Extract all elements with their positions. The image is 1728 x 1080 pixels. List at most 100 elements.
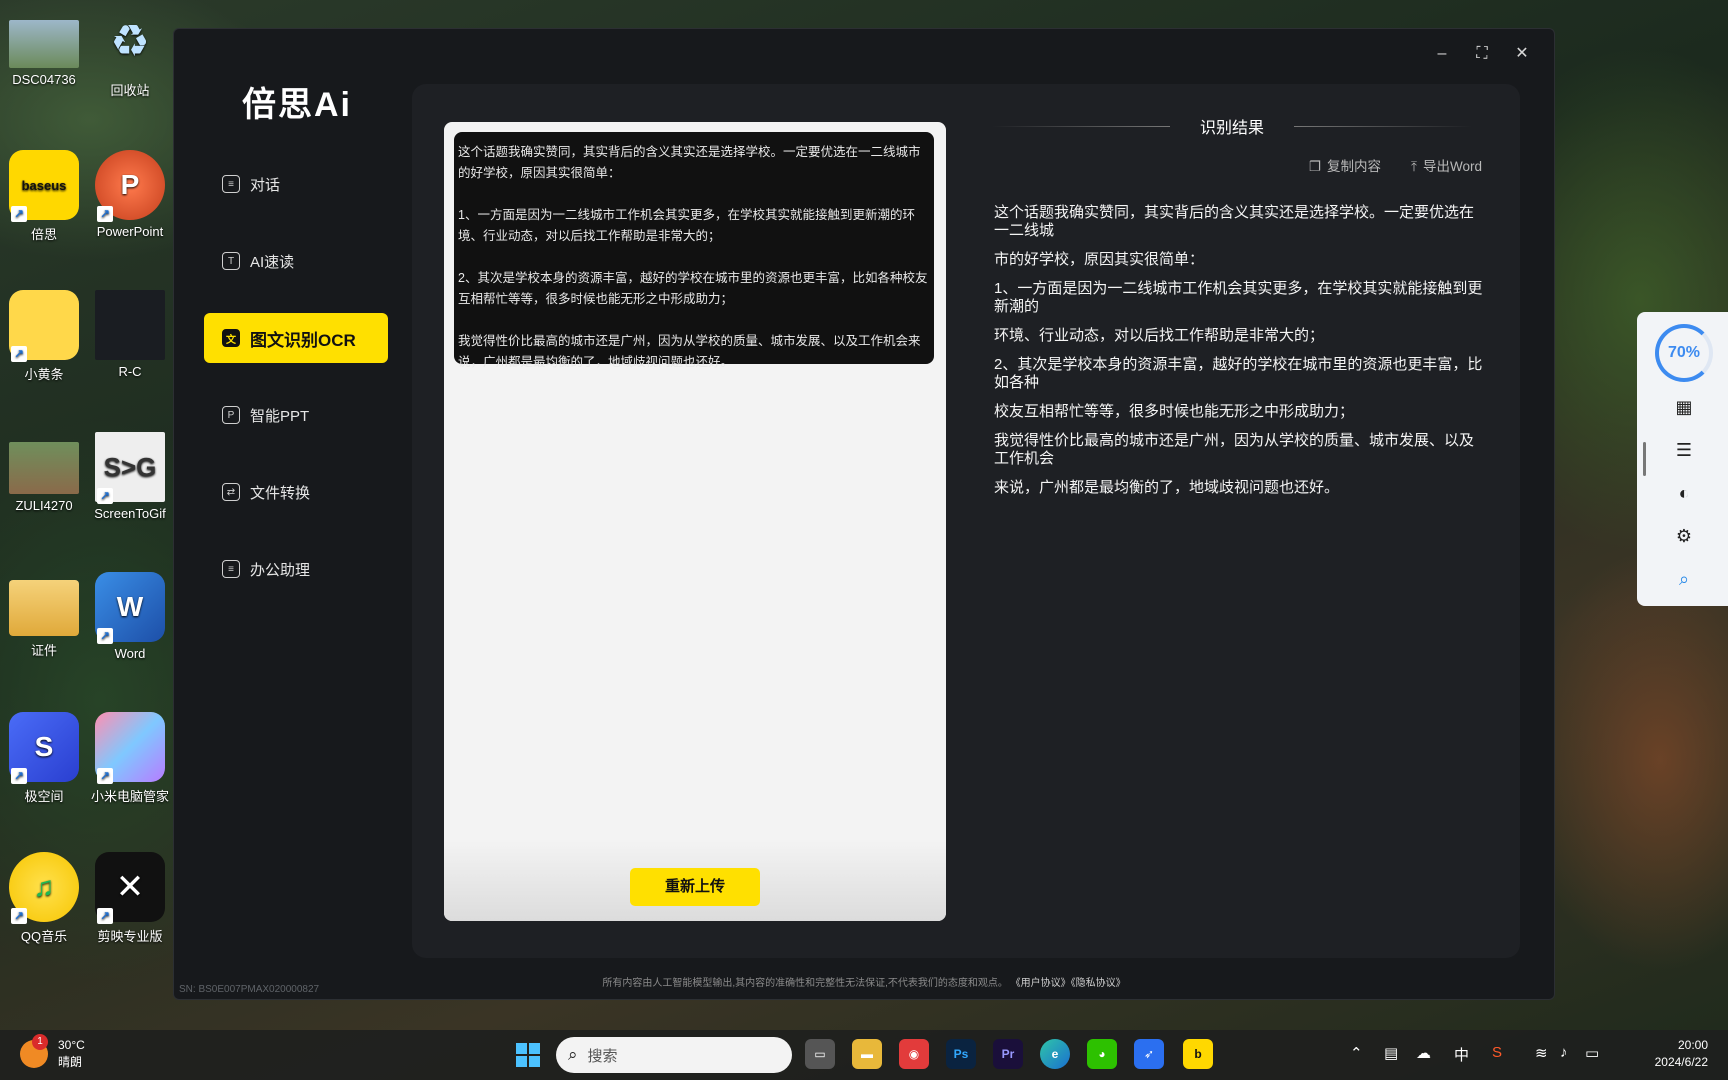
taskbar-clock[interactable]: 20:00 2024/6/22 xyxy=(1630,1037,1708,1071)
wechat-icon[interactable]: ◕ xyxy=(1087,1039,1117,1069)
export-icon: ⤒ xyxy=(1411,159,1417,174)
desktop-icon-xiaohuangtiao[interactable]: ↗ 小黄条 xyxy=(0,290,88,383)
reupload-button[interactable]: 重新上传 xyxy=(630,868,760,906)
desktop-icon-jianying[interactable]: ✕ ↗ 剪映专业版 xyxy=(86,852,174,945)
premiere-icon[interactable]: Pr xyxy=(993,1039,1023,1069)
notes-icon[interactable]: ☰ xyxy=(1673,439,1695,461)
ime-indicator[interactable]: 中 xyxy=(1454,1044,1469,1065)
baseus-ai-taskbar-icon[interactable]: b xyxy=(1183,1039,1213,1069)
nav-item-ocr[interactable]: 文 图文识别OCR xyxy=(204,313,388,363)
desktop-icon-label: ZULI4270 xyxy=(15,498,73,513)
maximize-button[interactable]: ⛶ xyxy=(1467,39,1497,69)
export-label: 导出Word xyxy=(1422,159,1482,174)
photoshop-icon[interactable]: Ps xyxy=(946,1039,976,1069)
desktop-icon-powerpoint[interactable]: P ↗ PowerPoint xyxy=(86,150,174,239)
screentogif-logo-text: S>G xyxy=(103,451,157,482)
powerpoint-app-icon: P ↗ xyxy=(95,150,165,222)
sogou-input-icon[interactable]: S xyxy=(1492,1044,1502,1061)
sidebar-nav: ≡ 对话 T AI速读 文 图文识别OCR P 智能PPT ⇄ 文件转换 ≡ 办… xyxy=(204,159,388,621)
wifi-icon[interactable]: ≋ xyxy=(1535,1044,1548,1062)
search-icon[interactable]: ⌕ xyxy=(1673,568,1695,590)
nav-item-label: 文件转换 xyxy=(250,484,311,502)
ppt-icon: P xyxy=(222,406,240,424)
privacy-link[interactable]: 《隐私协议》 xyxy=(1071,978,1126,989)
desktop-icon-word[interactable]: W ↗ Word xyxy=(86,572,174,661)
performance-gauge[interactable]: 70% xyxy=(1655,324,1713,382)
desktop-icon-screentogif[interactable]: S>G ↗ ScreenToGif xyxy=(86,432,174,521)
sun-icon: 1 xyxy=(20,1034,48,1068)
nav-item-office-assistant[interactable]: ≡ 办公助理 xyxy=(204,544,388,594)
show-hidden-icons-chevron-icon[interactable]: ⌃ xyxy=(1350,1044,1363,1062)
desktop-icon-dsc04736[interactable]: DSC04736 xyxy=(0,6,88,87)
desktop-icon-qqmusic[interactable]: ♫ ↗ QQ音乐 xyxy=(0,852,88,945)
baseus-app-icon: baseus ↗ xyxy=(9,150,79,222)
close-button[interactable]: ✕ xyxy=(1507,39,1537,69)
shortcut-arrow-icon: ↗ xyxy=(97,768,113,784)
ocr-content-area: 这个话题我确实赞同，其实背后的含义其实还是选择学校。一定要优选在一二线城市的好学… xyxy=(412,84,1520,958)
edge-icon[interactable]: ◐ xyxy=(1673,482,1695,504)
recycle-bin-icon: ♻ xyxy=(110,16,150,66)
result-actions: ❐ 复制内容 ⤒ 导出Word xyxy=(1309,155,1482,175)
sticky-note-app-icon: ↗ xyxy=(9,290,79,362)
nav-item-ai-speed-read[interactable]: T AI速读 xyxy=(204,236,388,286)
edge-browser-icon[interactable]: e xyxy=(1040,1039,1070,1069)
task-view-icon[interactable]: ▭ xyxy=(805,1039,835,1069)
taskbar-widget-icon[interactable]: ▤ xyxy=(1384,1044,1398,1062)
export-word-button[interactable]: ⤒ 导出Word xyxy=(1411,155,1482,175)
desktop-icon-label: 倍思 xyxy=(30,227,57,242)
nav-item-label: AI速读 xyxy=(250,253,295,271)
nav-item-smart-ppt[interactable]: P 智能PPT xyxy=(204,390,388,440)
result-header: 识别结果 xyxy=(992,114,1473,138)
copy-icon: ❐ xyxy=(1308,159,1322,174)
battery-icon[interactable]: ▭ xyxy=(1585,1044,1599,1062)
desktop-icon-xiaomi-manager[interactable]: ↗ 小米电脑管家 xyxy=(86,712,174,805)
feishu-icon[interactable]: ➶ xyxy=(1134,1039,1164,1069)
result-line: 2、其次是学校本身的资源丰富，越好的学校在城市里的资源也更丰富，比如各种 xyxy=(994,356,1483,391)
drag-handle[interactable] xyxy=(1643,442,1646,476)
weather-widget[interactable]: 1 30°C 晴朗 xyxy=(20,1034,85,1071)
desktop-icon-zuli4270[interactable]: ZULI4270 xyxy=(0,432,88,513)
weather-temp: 30°C xyxy=(58,1038,85,1052)
taskbar-search[interactable]: ⌕ 搜索 xyxy=(556,1037,792,1073)
search-placeholder: 搜索 xyxy=(587,1047,618,1065)
floating-toolbar: 70% ▦ ☰ ◐ ⚙ ⌕ xyxy=(1637,312,1728,606)
desktop-icon-recycle-bin[interactable]: ♻ 回收站 xyxy=(86,6,174,99)
gear-icon[interactable]: ⚙ xyxy=(1673,525,1695,547)
chip-icon[interactable]: ▦ xyxy=(1673,396,1695,418)
search-icon: ⌕ xyxy=(568,1045,578,1064)
clock-time: 20:00 xyxy=(1677,1038,1708,1052)
nav-item-label: 对话 xyxy=(250,176,281,194)
taskbar: 1 30°C 晴朗 ⌕ 搜索 ▭ ▬ ◉ Ps Pr e ◕ ➶ b ⌃ ▤ ☁… xyxy=(0,1030,1728,1080)
disclaimer-footer: 所有内容由人工智能模型输出,其内容的准确性和完整性无法保证,不代表我们的态度和观… xyxy=(174,974,1554,989)
photo-thumbnail-icon xyxy=(9,20,79,68)
app-logo: 倍思Ai xyxy=(242,86,352,124)
onedrive-cloud-icon[interactable]: ☁ xyxy=(1416,1044,1431,1062)
jianying-app-icon: ✕ ↗ xyxy=(95,852,165,924)
desktop-icon-rc[interactable]: R-C xyxy=(86,290,174,379)
desktop-icon-baseus[interactable]: baseus ↗ 倍思 xyxy=(0,150,88,243)
text-icon: T xyxy=(222,252,240,270)
minimize-button[interactable]: – xyxy=(1427,39,1457,69)
clock-date: 2024/6/22 xyxy=(1654,1055,1708,1069)
desktop-icon-label: Word xyxy=(114,646,146,661)
user-agreement-link[interactable]: 《用户协议》 xyxy=(1011,978,1071,989)
result-line: 这个话题我确实赞同，其实背后的含义其实还是选择学校。一定要优选在一二线城 xyxy=(994,204,1475,239)
nav-item-chat[interactable]: ≡ 对话 xyxy=(204,159,388,209)
copy-content-button[interactable]: ❐ 复制内容 xyxy=(1309,155,1381,175)
desktop-icon-label: 小黄条 xyxy=(24,367,64,382)
nav-item-file-convert[interactable]: ⇄ 文件转换 xyxy=(204,467,388,517)
result-line: 校友互相帮忙等等，很多时候也能无形之中形成助力； xyxy=(994,403,1355,420)
netease-music-icon[interactable]: ◉ xyxy=(899,1039,929,1069)
file-explorer-icon[interactable]: ▬ xyxy=(852,1039,882,1069)
desktop-icon-label: 剪映专业版 xyxy=(97,929,163,944)
ocr-result-text[interactable]: 这个话题我确实赞同，其实背后的含义其实还是选择学校。一定要优选在一二线城 市的好… xyxy=(994,204,1484,508)
desktop-icon-jikongjian[interactable]: S ↗ 极空间 xyxy=(0,712,88,805)
result-title: 识别结果 xyxy=(1200,120,1265,137)
weather-desc: 晴朗 xyxy=(58,1055,83,1069)
desktop-icon-zhengjian[interactable]: 证件 xyxy=(0,572,88,659)
result-line: 市的好学校，原因其实很简单： xyxy=(994,251,1205,268)
volume-icon[interactable]: ♪ xyxy=(1560,1044,1568,1061)
start-button[interactable] xyxy=(516,1043,540,1067)
chat-icon: ≡ xyxy=(222,175,240,193)
jikongjian-app-icon: S ↗ xyxy=(9,712,79,784)
